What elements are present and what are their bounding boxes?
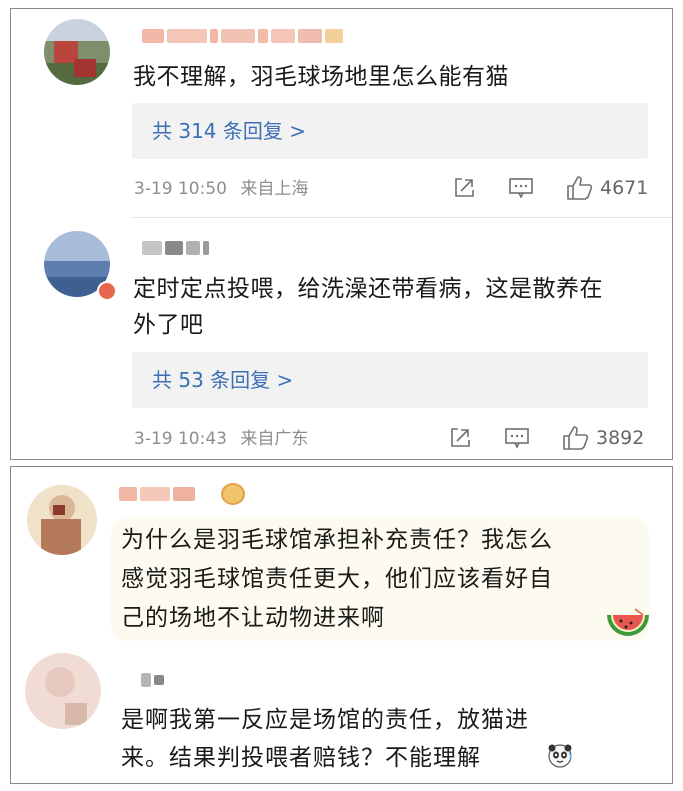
- thumbs-up-icon: [563, 426, 589, 450]
- like-count: 3892: [596, 427, 645, 449]
- username-blurred[interactable]: [142, 25, 343, 47]
- share-icon[interactable]: [448, 426, 472, 450]
- bottom-screenshot-panel: 为什么是羽毛球馆承担补充责任？我怎么 感觉羽毛球馆责任更大，他们应该看好自 己的…: [10, 466, 673, 784]
- share-icon[interactable]: [452, 176, 476, 200]
- comment-icon[interactable]: [504, 426, 530, 450]
- comment-location: 来自广东: [240, 429, 309, 449]
- comment-text-line: 是啊我第一反应是场馆的责任，放猫进: [121, 707, 529, 733]
- watermelon-icon: [605, 607, 651, 649]
- view-replies-button[interactable]: 共 53 条回复 >: [132, 352, 648, 408]
- username-blurred[interactable]: [141, 669, 164, 691]
- comment-text-line: 来。结果判投喂者赔钱？不能理解: [121, 745, 481, 771]
- thumbs-up-icon: [567, 176, 593, 200]
- username-blurred[interactable]: [119, 483, 195, 505]
- like-button[interactable]: 4671: [566, 175, 648, 201]
- comment-text-line: 定时定点投喂，给洗澡还带看病，这是散养在: [133, 276, 603, 302]
- top-screenshot-panel: 我不理解，羽毛球场地里怎么能有猫 共 314 条回复 > 3-19 10:50 …: [10, 8, 673, 460]
- avatar[interactable]: [44, 19, 110, 85]
- comment-time: 3-19 10:43: [134, 429, 227, 449]
- comment-meta: 3-19 10:50 来自上海: [134, 177, 308, 201]
- comment-icon[interactable]: [508, 176, 534, 200]
- view-replies-button[interactable]: 共 314 条回复 >: [132, 103, 648, 159]
- verified-badge-icon: [97, 281, 117, 301]
- comment-text-line: 为什么是羽毛球馆承担补充责任？我怎么: [121, 527, 553, 553]
- like-button[interactable]: 3892: [562, 425, 644, 451]
- comment-text-line: 感觉羽毛球馆责任更大，他们应该看好自: [121, 566, 553, 592]
- comment-actions: 4671: [452, 175, 648, 201]
- comment-actions: 3892: [448, 425, 644, 451]
- comment-divider: [131, 217, 672, 218]
- like-count: 4671: [600, 177, 649, 199]
- comment-text-line: 外了吧: [133, 312, 204, 338]
- panda-emoji-icon: [547, 743, 573, 773]
- badge-icon: [221, 483, 245, 505]
- avatar[interactable]: [27, 485, 97, 555]
- comment-meta: 3-19 10:43 来自广东: [134, 427, 308, 451]
- comment-time: 3-19 10:50: [134, 179, 227, 199]
- comment-text: 我不理解，羽毛球场地里怎么能有猫: [133, 64, 509, 90]
- username-blurred[interactable]: [142, 237, 209, 259]
- comment-location: 来自上海: [240, 179, 309, 199]
- avatar[interactable]: [25, 653, 101, 729]
- comment-text-line: 己的场地不让动物进来啊: [121, 605, 385, 631]
